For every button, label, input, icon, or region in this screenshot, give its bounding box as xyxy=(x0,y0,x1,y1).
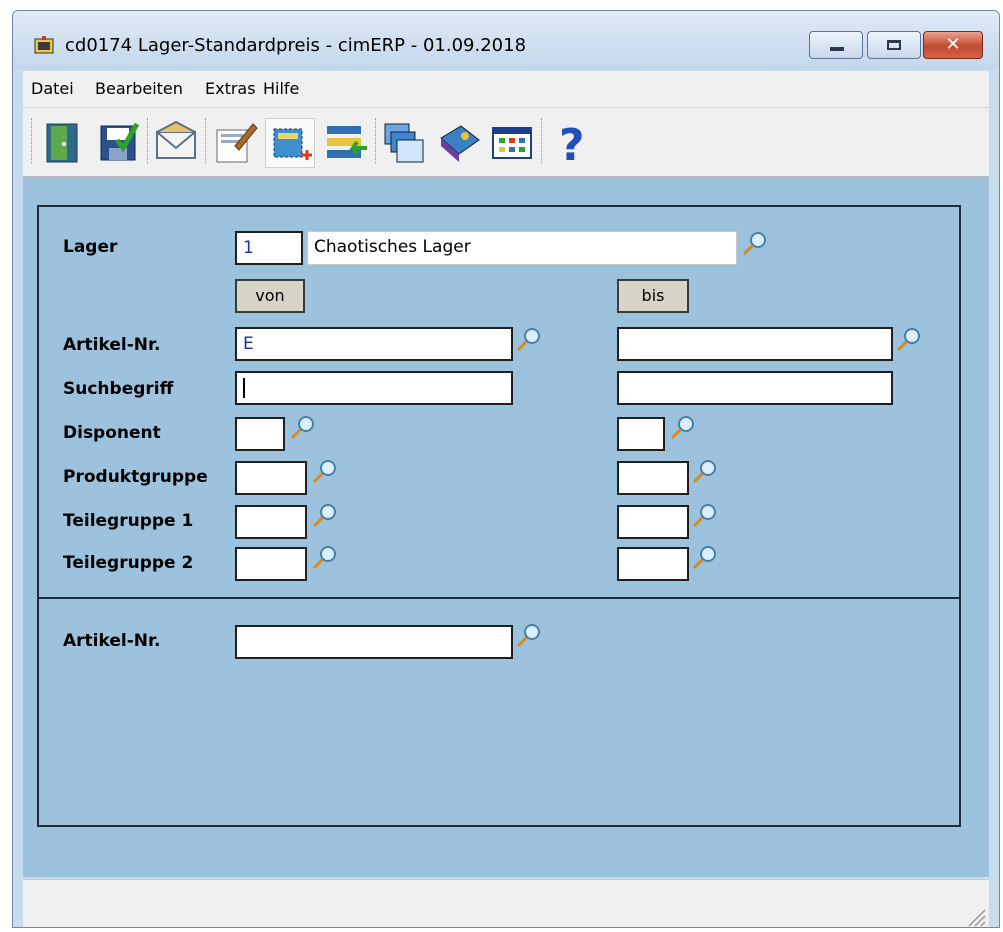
teilegruppe1-bis-input[interactable] xyxy=(617,505,689,539)
teilegruppe2-von-input[interactable] xyxy=(235,547,307,581)
lager-search-icon[interactable] xyxy=(741,229,769,257)
produktgruppe-von-input[interactable] xyxy=(235,461,307,495)
disponent-von-input[interactable] xyxy=(235,417,285,451)
teilegruppe1-von-input[interactable] xyxy=(235,505,307,539)
disponent-label: Disponent xyxy=(63,423,161,443)
disponent-bis-search-icon[interactable] xyxy=(669,413,697,441)
artikel-nr-label: Artikel-Nr. xyxy=(63,335,161,355)
bis-button[interactable]: bis xyxy=(617,279,689,313)
app-icon xyxy=(33,35,55,57)
section-divider xyxy=(39,597,959,599)
text-cursor xyxy=(243,378,245,398)
window-title: cd0174 Lager-Standardpreis - cimERP - 01… xyxy=(65,35,527,56)
resize-grip-icon[interactable] xyxy=(963,904,987,927)
produktgruppe-bis-search-icon[interactable] xyxy=(691,457,719,485)
title-bar[interactable]: cd0174 Lager-Standardpreis - cimERP - 01… xyxy=(13,11,999,69)
teilegruppe1-bis-search-icon[interactable] xyxy=(691,501,719,529)
teilegruppe2-von-search-icon[interactable] xyxy=(311,543,339,571)
mail-icon[interactable] xyxy=(151,118,201,168)
application-window: cd0174 Lager-Standardpreis - cimERP - 01… xyxy=(12,10,1000,928)
von-button[interactable]: von xyxy=(235,279,305,313)
maximize-icon xyxy=(887,40,901,50)
windows-icon[interactable] xyxy=(379,118,429,168)
bottom-artikel-nr-search-icon[interactable] xyxy=(515,621,543,649)
table-icon[interactable] xyxy=(487,118,537,168)
toolbar: ? xyxy=(23,108,989,177)
close-button[interactable]: ✕ xyxy=(923,31,983,59)
list-transfer-icon[interactable] xyxy=(321,118,371,168)
maximize-button[interactable] xyxy=(867,31,921,59)
suchbegriff-label: Suchbegriff xyxy=(63,379,174,399)
book-icon[interactable] xyxy=(435,118,485,168)
edit-icon[interactable] xyxy=(211,118,261,168)
lager-label: Lager xyxy=(63,237,118,257)
lager-name-field: Chaotisches Lager xyxy=(307,231,737,265)
suchbegriff-von-input[interactable] xyxy=(235,371,513,405)
teilegruppe2-bis-input[interactable] xyxy=(617,547,689,581)
teilegruppe1-von-search-icon[interactable] xyxy=(311,501,339,529)
artikel-nr-von-search-icon[interactable] xyxy=(515,325,543,353)
menu-datei[interactable]: Datei xyxy=(31,79,74,98)
close-icon: ✕ xyxy=(945,34,961,55)
produktgruppe-label: Produktgruppe xyxy=(63,467,208,487)
status-bar xyxy=(23,879,989,927)
help-icon[interactable]: ? xyxy=(547,118,597,168)
exit-icon[interactable] xyxy=(39,118,89,168)
menu-hilfe[interactable]: Hilfe xyxy=(263,79,299,98)
produktgruppe-von-search-icon[interactable] xyxy=(311,457,339,485)
bottom-artikel-nr-label: Artikel-Nr. xyxy=(63,631,161,651)
toolbar-separator xyxy=(205,118,209,164)
toolbar-grip[interactable] xyxy=(31,118,35,164)
selection-panel: Lager 1 Chaotisches Lager von bis Artike… xyxy=(37,205,961,827)
artikel-nr-bis-input[interactable] xyxy=(617,327,893,361)
suchbegriff-bis-input[interactable] xyxy=(617,371,893,405)
toolbar-separator xyxy=(541,118,545,164)
menu-bearbeiten[interactable]: Bearbeiten xyxy=(95,79,183,98)
artikel-nr-bis-search-icon[interactable] xyxy=(895,325,923,353)
teilegruppe1-label: Teilegruppe 1 xyxy=(63,511,194,531)
menu-bar: Datei Bearbeiten Extras Hilfe xyxy=(23,71,989,108)
save-icon[interactable] xyxy=(93,118,143,168)
menu-extras[interactable]: Extras xyxy=(205,79,256,98)
bottom-artikel-nr-input[interactable] xyxy=(235,625,513,659)
artikel-nr-von-input[interactable]: E xyxy=(235,327,513,361)
disponent-bis-input[interactable] xyxy=(617,417,665,451)
minimize-button[interactable] xyxy=(809,31,863,59)
teilegruppe2-bis-search-icon[interactable] xyxy=(691,543,719,571)
teilegruppe2-label: Teilegruppe 2 xyxy=(63,553,194,573)
lager-number-input[interactable]: 1 xyxy=(235,231,303,265)
new-record-icon[interactable] xyxy=(265,118,315,168)
disponent-von-search-icon[interactable] xyxy=(289,413,317,441)
produktgruppe-bis-input[interactable] xyxy=(617,461,689,495)
svg-text:?: ? xyxy=(559,120,585,168)
minimize-icon xyxy=(830,47,844,51)
